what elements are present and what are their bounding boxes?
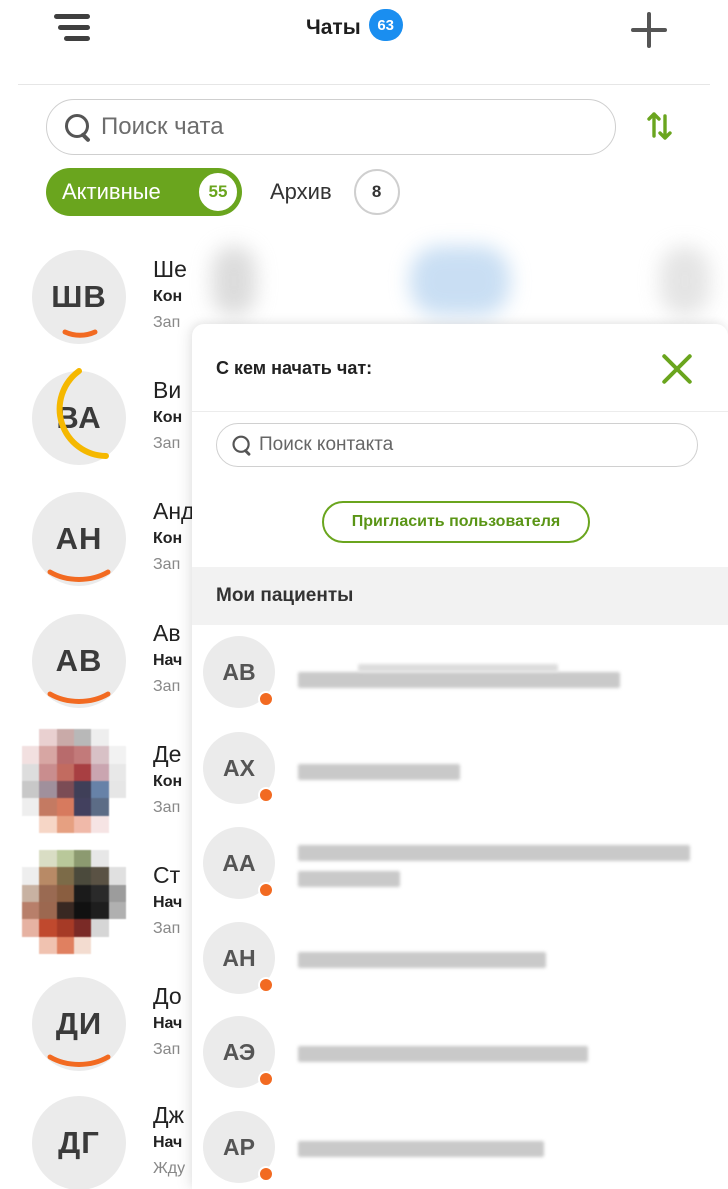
tab-archive[interactable]: Архив 8 [270, 168, 400, 216]
avatar-photo [22, 729, 126, 833]
section-title-my-patients: Мои пациенты [192, 567, 728, 625]
new-chat-panel: С кем начать чат: Пригласить пользовател… [192, 324, 728, 1189]
avatar: АВ [32, 614, 126, 708]
avatar-ring [56, 368, 109, 459]
avatar: АН [32, 492, 126, 586]
avatar-initials: АН [222, 944, 256, 971]
contact-search-field[interactable] [216, 423, 698, 467]
tab-archive-count: 8 [353, 169, 400, 215]
hamburger-menu-icon[interactable] [50, 10, 94, 46]
list-item[interactable]: АН [192, 922, 728, 1017]
tab-active[interactable]: Активные 55 [46, 168, 242, 216]
chat-name: Ав [153, 620, 181, 646]
page-title: Чаты [306, 16, 361, 39]
invite-user-button[interactable]: Пригласить пользователя [322, 501, 590, 543]
chat-status: Нач [153, 1134, 183, 1151]
unread-count-badge: 63 [368, 9, 403, 41]
panel-title: С кем начать чат: [216, 358, 373, 378]
app-header: Чаты 63 [0, 0, 728, 84]
search-icon [231, 434, 250, 456]
plus-icon[interactable] [628, 10, 670, 50]
avatar-ring [47, 691, 111, 704]
close-x-icon[interactable] [658, 350, 696, 388]
chat-last-message: Зап [153, 799, 181, 816]
avatar: ДИ [32, 977, 126, 1071]
tab-active-count: 55 [196, 170, 240, 214]
status-dot [258, 691, 274, 707]
chat-last-message: Жду [153, 1160, 186, 1177]
avatar-initials: ДГ [58, 1125, 100, 1160]
avatar-photo [22, 850, 126, 954]
avatar-initials: АВ [222, 658, 256, 685]
chat-last-message: Зап [153, 556, 181, 573]
header-divider [18, 84, 710, 85]
panel-header: С кем начать чат: [192, 324, 728, 412]
chats-screen: Чаты 63 Активные 55 Архив 8 ШВ Ше [0, 0, 728, 1189]
avatar-ring [47, 569, 111, 582]
tab-archive-label: Архив [270, 179, 332, 204]
list-item[interactable]: АХ [192, 732, 728, 827]
chat-name: Анд [153, 498, 195, 524]
page-title-group: Чаты 63 [306, 9, 403, 46]
status-dot [258, 882, 274, 898]
avatar-initials: АА [222, 849, 256, 876]
chat-name: Ви [153, 377, 182, 403]
chat-name: Дж [153, 1102, 184, 1128]
chat-last-message: Зап [153, 1041, 181, 1058]
chat-name: До [153, 983, 182, 1009]
list-item[interactable]: АВ [192, 636, 728, 731]
chat-status: Нач [153, 894, 183, 911]
chat-last-message: Зап [153, 920, 181, 937]
chat-status: Нач [153, 1015, 183, 1032]
tab-active-label: Активные [62, 179, 161, 204]
avatar-ring [47, 1054, 111, 1067]
list-item[interactable]: АЭ [192, 1016, 728, 1111]
avatar-initials: АХ [223, 754, 255, 781]
chat-status: Нач [153, 652, 183, 669]
chat-last-message: Зап [153, 314, 181, 331]
chat-name: Ст [153, 862, 181, 888]
chat-name: Де [153, 741, 182, 767]
status-dot [258, 1071, 274, 1087]
avatar: ВА [32, 368, 126, 465]
search-icon [63, 112, 93, 142]
chat-last-message: Зап [153, 678, 181, 695]
chat-search-field[interactable] [46, 99, 616, 155]
status-dot [258, 787, 274, 803]
chat-last-message: Зап [153, 435, 181, 452]
chat-search-input[interactable] [101, 113, 581, 141]
chat-status: Кон [153, 530, 183, 547]
list-item[interactable]: АА [192, 827, 728, 922]
status-dot [258, 1166, 274, 1182]
sort-arrows-icon[interactable] [640, 106, 680, 146]
chat-status: Кон [153, 409, 183, 426]
contact-search-input[interactable] [259, 434, 679, 456]
avatar: ДГ [32, 1096, 126, 1189]
avatar-initials: АР [223, 1133, 255, 1160]
list-item[interactable]: АР [192, 1111, 728, 1189]
chat-name: Ше [153, 256, 187, 282]
avatar-ring [62, 329, 98, 338]
status-dot [258, 977, 274, 993]
avatar-initials: АЭ [222, 1038, 256, 1065]
chat-status: Кон [153, 288, 183, 305]
chat-status: Кон [153, 773, 183, 790]
avatar: ШВ [32, 250, 126, 344]
